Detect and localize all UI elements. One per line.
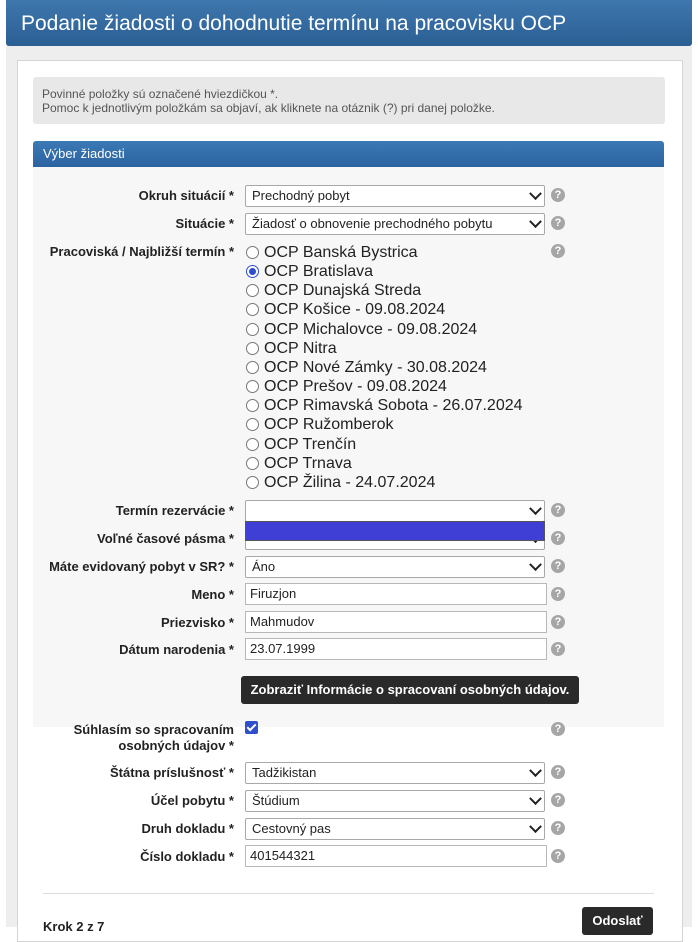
help-icon[interactable]: ? bbox=[551, 765, 565, 779]
radio-button[interactable] bbox=[246, 323, 259, 336]
chevron-down-icon bbox=[529, 764, 542, 778]
suhlas-label-line1: Súhlasím so spracovaním bbox=[73, 722, 234, 737]
help-icon[interactable]: ? bbox=[551, 244, 565, 258]
divider bbox=[43, 893, 654, 894]
cislo-label: Číslo dokladu * bbox=[140, 849, 234, 864]
info-line-required: Povinné položky sú označené hviezdičkou … bbox=[42, 87, 279, 101]
chevron-down-icon bbox=[529, 502, 542, 516]
page-title: Podanie žiadosti o dohodnutie termínu na… bbox=[21, 12, 567, 35]
help-icon[interactable]: ? bbox=[551, 188, 565, 202]
chevron-down-icon bbox=[529, 792, 542, 806]
priezvisko-label: Priezvisko * bbox=[161, 615, 234, 630]
okruh-value: Prechodný pobyt bbox=[252, 188, 350, 203]
help-icon[interactable]: ? bbox=[551, 587, 565, 601]
radio-label: OCP Nové Zámky - 30.08.2024 bbox=[264, 359, 487, 376]
gdpr-info-button[interactable]: Zobraziť Informácie o spracovaní osobnýc… bbox=[241, 676, 579, 704]
meno-input[interactable]: Firuzjon bbox=[245, 583, 547, 605]
radio-button[interactable] bbox=[246, 476, 259, 489]
radio-label: OCP Bratislava bbox=[264, 263, 374, 280]
radio-button[interactable] bbox=[246, 342, 259, 355]
radio-button[interactable] bbox=[246, 303, 259, 316]
help-icon[interactable]: ? bbox=[551, 531, 565, 545]
situacie-select[interactable]: Žiadosť o obnovenie prechodného pobytu bbox=[245, 213, 545, 235]
radio-label: OCP Dunajská Streda bbox=[264, 282, 422, 299]
help-icon[interactable]: ? bbox=[551, 559, 565, 573]
meno-label: Meno * bbox=[191, 587, 234, 602]
pracoviska-label: Pracoviská / Najbližší termín * bbox=[49, 244, 234, 259]
section-header: Výber žiadosti bbox=[33, 141, 664, 167]
radio-button[interactable] bbox=[246, 457, 259, 470]
radio-button-selected[interactable] bbox=[246, 265, 259, 278]
radio-label: OCP Trenčín bbox=[264, 436, 357, 453]
radio-button[interactable] bbox=[246, 418, 259, 431]
help-icon[interactable]: ? bbox=[551, 849, 565, 863]
help-icon[interactable]: ? bbox=[551, 216, 565, 230]
radio-label: OCP Michalovce - 09.08.2024 bbox=[264, 321, 478, 338]
ucel-label: Účel pobytu * bbox=[150, 793, 234, 808]
cislo-input[interactable]: 401544321 bbox=[245, 845, 547, 867]
pobyt-sr-value: Áno bbox=[252, 559, 276, 574]
ucel-value: Štúdium bbox=[252, 793, 300, 808]
datum-label: Dátum narodenia * bbox=[119, 642, 234, 657]
radio-label: OCP Prešov - 09.08.2024 bbox=[264, 378, 447, 395]
priezvisko-input[interactable]: Mahmudov bbox=[245, 611, 547, 633]
help-icon[interactable]: ? bbox=[551, 642, 565, 656]
pobyt-sr-label: Máte evidovaný pobyt v SR? * bbox=[49, 559, 234, 574]
situacie-value: Žiadosť o obnovenie prechodného pobytu bbox=[252, 216, 493, 231]
statna-value: Tadžikistan bbox=[252, 765, 317, 780]
radio-label: OCP Rimavská Sobota - 26.07.2024 bbox=[264, 397, 523, 414]
info-line-help: Pomoc k jednotlivým položkám sa objaví, … bbox=[42, 101, 495, 115]
druh-label: Druh dokladu * bbox=[141, 821, 234, 836]
situacie-label: Situácie * bbox=[175, 216, 234, 231]
chevron-down-icon bbox=[529, 558, 542, 572]
termin-dropdown-highlighted-option[interactable] bbox=[245, 521, 545, 541]
submit-button[interactable]: Odoslať bbox=[582, 907, 653, 935]
help-icon[interactable]: ? bbox=[551, 503, 565, 517]
suhlas-checkbox[interactable] bbox=[245, 721, 258, 734]
ucel-select[interactable]: Štúdium bbox=[245, 790, 545, 812]
radio-label: OCP Nitra bbox=[264, 340, 337, 357]
radio-button[interactable] bbox=[246, 246, 259, 259]
help-icon[interactable]: ? bbox=[551, 793, 565, 807]
radio-label: OCP Žilina - 24.07.2024 bbox=[264, 474, 436, 491]
section-title: Výber žiadosti bbox=[43, 146, 125, 161]
datum-input[interactable]: 23.07.1999 bbox=[245, 638, 547, 660]
radio-label: OCP Ružomberok bbox=[264, 416, 394, 433]
pobyt-sr-select[interactable]: Áno bbox=[245, 556, 545, 578]
druh-select[interactable]: Cestovný pas bbox=[245, 818, 545, 840]
termin-label: Termín rezervácie * bbox=[115, 503, 234, 518]
chevron-down-icon bbox=[529, 820, 542, 834]
radio-button[interactable] bbox=[246, 438, 259, 451]
chevron-down-icon bbox=[529, 187, 542, 201]
help-icon[interactable]: ? bbox=[551, 615, 565, 629]
termin-select[interactable] bbox=[245, 500, 545, 522]
info-box: Povinné položky sú označené hviezdičkou … bbox=[33, 77, 665, 124]
radio-label: OCP Trnava bbox=[264, 455, 352, 472]
radio-button[interactable] bbox=[246, 399, 259, 412]
chevron-down-icon bbox=[529, 215, 542, 229]
suhlas-label-line2: osobných údajov * bbox=[118, 738, 234, 753]
suhlas-label: Súhlasím so spracovaním osobných údajov * bbox=[74, 722, 234, 754]
page-header: Podanie žiadosti o dohodnutie termínu na… bbox=[6, 0, 692, 46]
radio-label: OCP Košice - 09.08.2024 bbox=[264, 301, 446, 318]
statna-select[interactable]: Tadžikistan bbox=[245, 762, 545, 784]
help-icon[interactable]: ? bbox=[551, 722, 565, 736]
volne-label: Voľné časové pásma * bbox=[96, 531, 234, 546]
radio-label: OCP Banská Bystrica bbox=[264, 244, 418, 261]
okruh-label: Okruh situácií * bbox=[138, 188, 234, 203]
radio-button[interactable] bbox=[246, 361, 259, 374]
radio-button[interactable] bbox=[246, 380, 259, 393]
statna-label: Štátna príslušnosť * bbox=[110, 765, 234, 780]
help-icon[interactable]: ? bbox=[551, 821, 565, 835]
druh-value: Cestovný pas bbox=[252, 821, 331, 836]
okruh-select[interactable]: Prechodný pobyt bbox=[245, 185, 545, 207]
radio-button[interactable] bbox=[246, 284, 259, 297]
